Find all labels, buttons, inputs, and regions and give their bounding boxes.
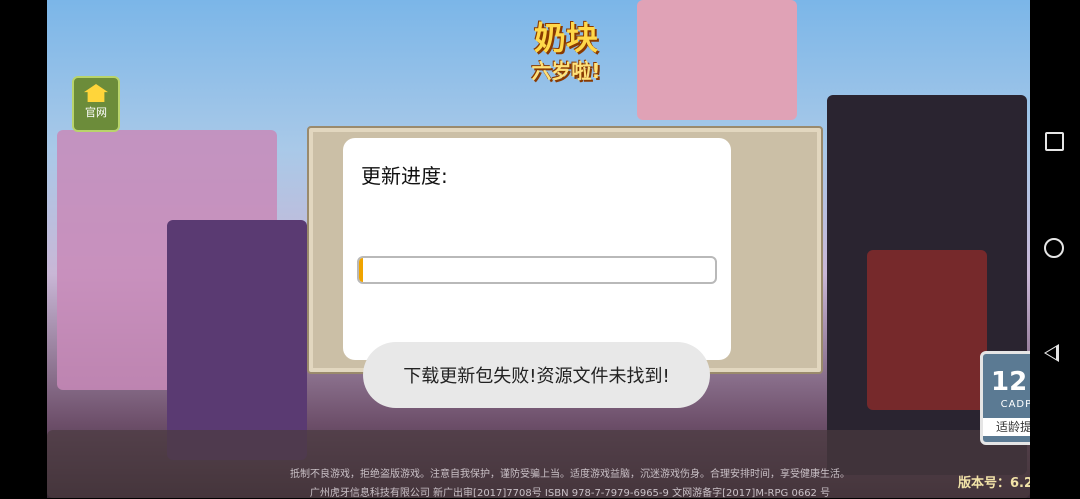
logo-subtitle: 六岁啦! bbox=[531, 59, 601, 83]
character-left-decor bbox=[167, 220, 307, 460]
left-letterbox bbox=[0, 0, 47, 498]
android-nav-bar bbox=[1030, 0, 1080, 498]
recent-apps-icon[interactable] bbox=[1045, 132, 1064, 151]
logo-title: 奶块 bbox=[533, 19, 598, 57]
home-icon bbox=[84, 84, 108, 102]
health-notice: 抵制不良游戏，拒绝盗版游戏。注意自我保护，谨防受骗上当。适度游戏益脑，沉迷游戏伤… bbox=[290, 469, 850, 480]
red-cape-decor bbox=[867, 250, 987, 410]
update-progress-bar bbox=[357, 256, 717, 284]
error-toast-message: 下载更新包失败!资源文件未找到! bbox=[403, 366, 670, 387]
character-top-decor bbox=[637, 0, 797, 120]
game-logo: 奶块 六岁啦! bbox=[516, 18, 616, 98]
home-nav-icon[interactable] bbox=[1044, 238, 1064, 258]
error-toast: 下载更新包失败!资源文件未找到! bbox=[363, 342, 710, 408]
update-progress-title: 更新进度: bbox=[361, 164, 448, 188]
official-site-label: 官网 bbox=[85, 106, 107, 119]
official-site-button[interactable]: 官网 bbox=[72, 76, 120, 132]
back-icon[interactable] bbox=[1044, 344, 1059, 362]
publisher-info: 广州虎牙信息科技有限公司 新广出审[2017]7708号 ISBN 978-7-… bbox=[309, 488, 831, 499]
update-dialog: 更新进度: bbox=[343, 138, 731, 360]
update-progress-fill bbox=[359, 258, 363, 282]
